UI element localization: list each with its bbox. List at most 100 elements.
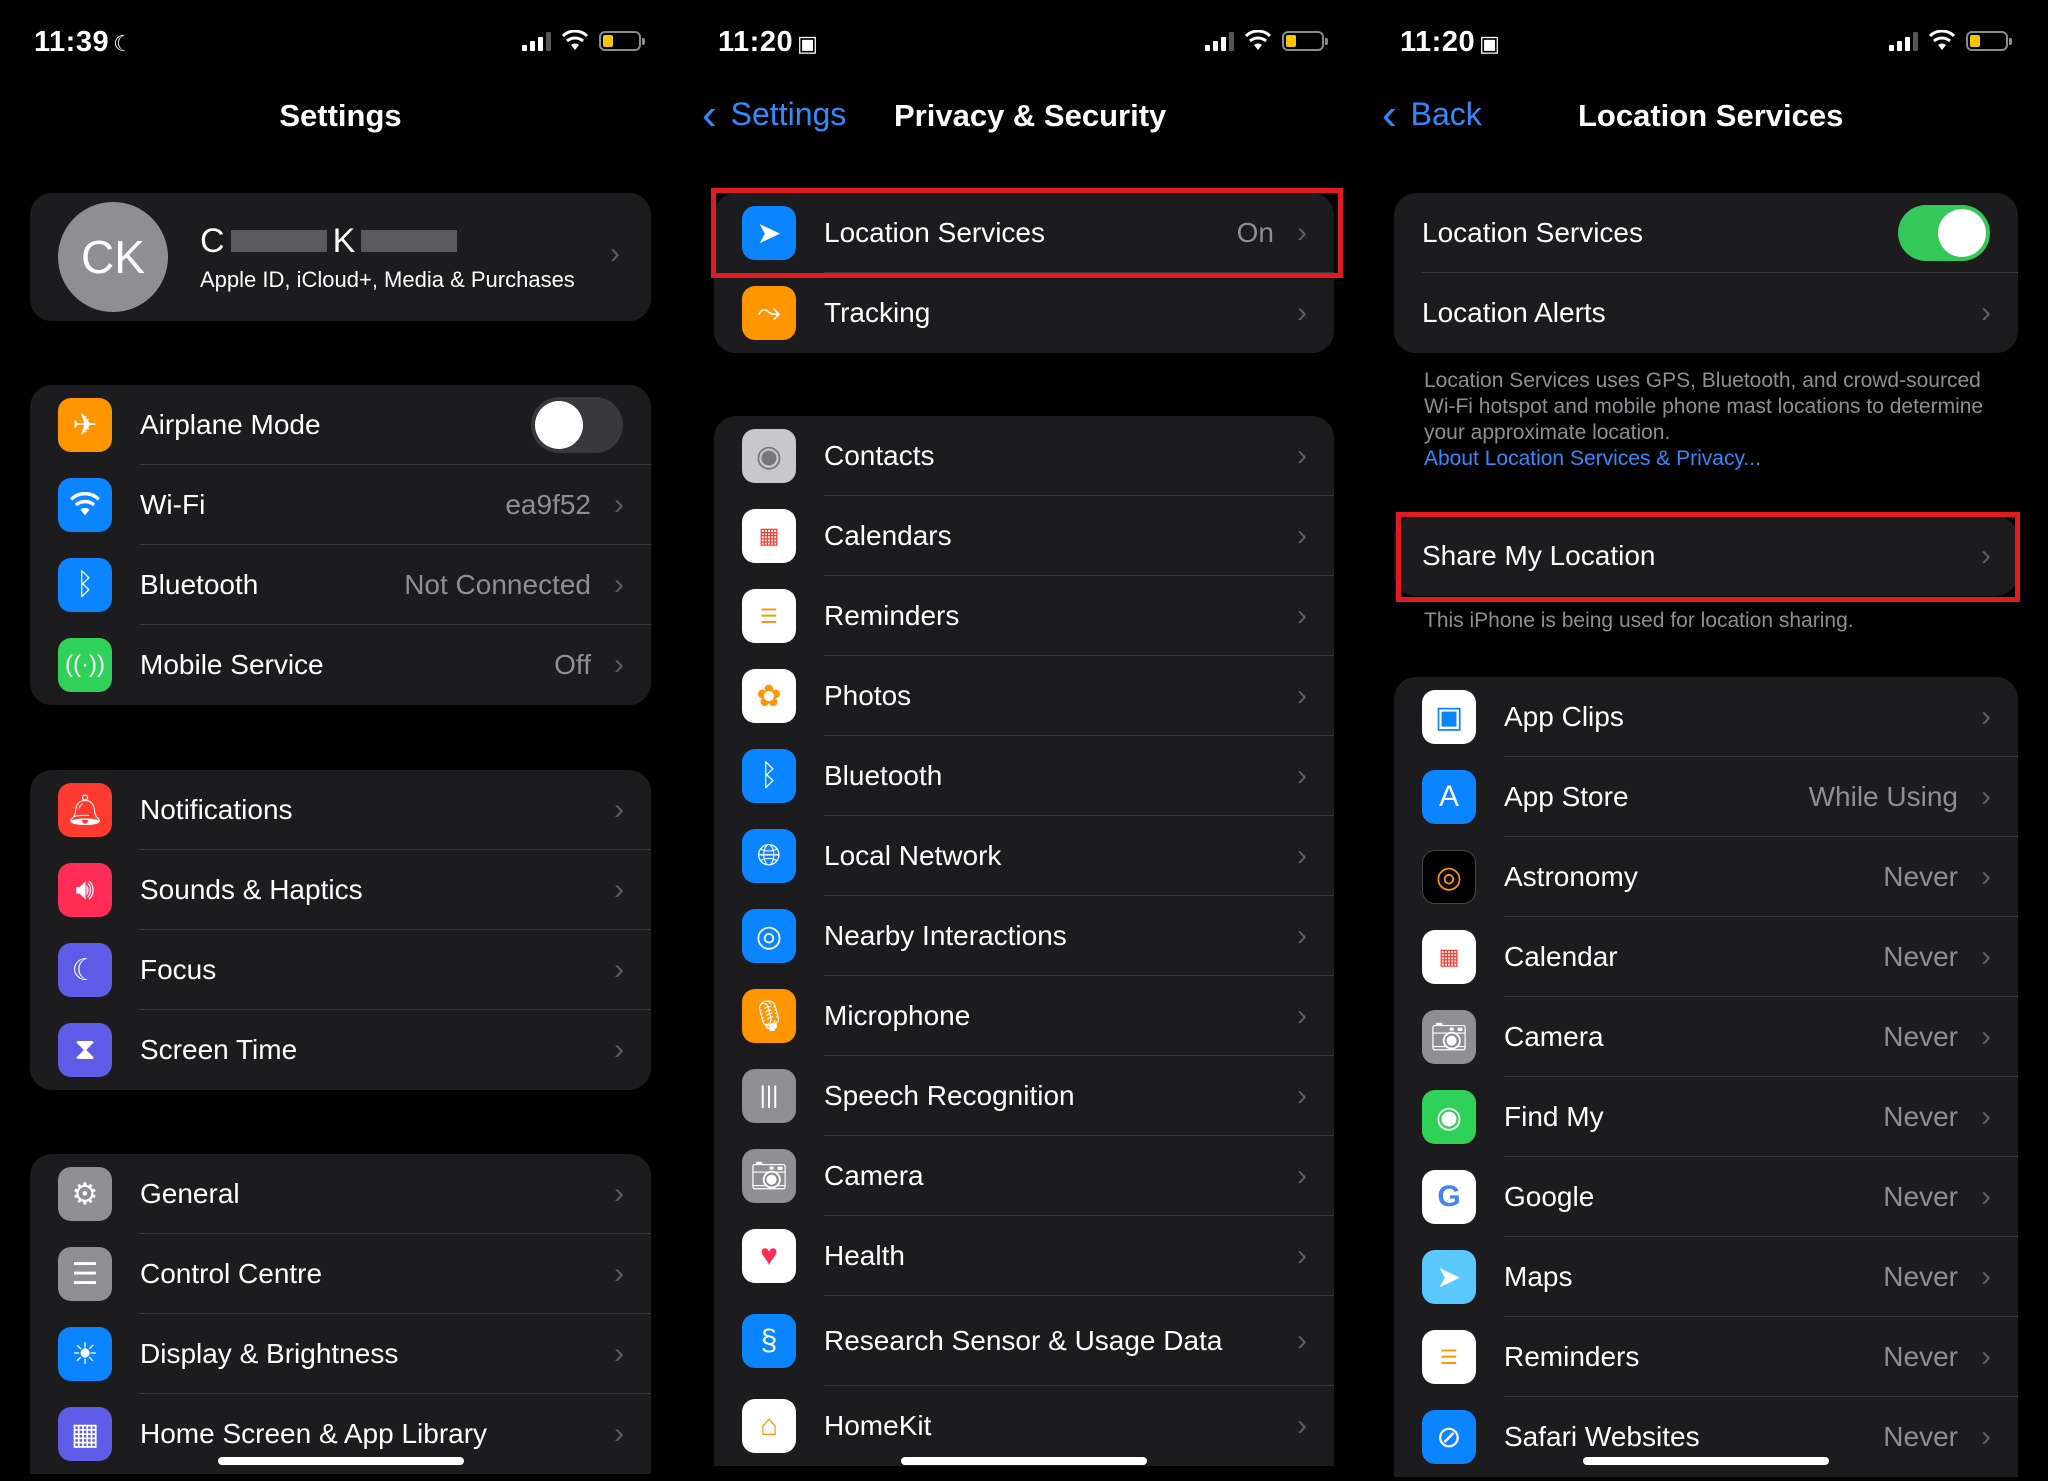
bluetooth-icon: ᛒ (742, 749, 796, 803)
battery-icon (1966, 31, 2012, 51)
apple-id-row[interactable]: CK CK Apple ID, iCloud+, Media & Purchas… (30, 193, 651, 321)
settings-row-bluetooth[interactable]: ᛒ Bluetooth Not Connected › (30, 545, 651, 625)
app-row-app-store[interactable]: A App Store While Using › (1394, 757, 2018, 837)
calendar-icon: ▦ (742, 509, 796, 563)
settings-row-location-alerts[interactable]: Location Alerts › (1394, 273, 2018, 353)
settings-row-local-network[interactable]: 🌐︎ Local Network › (714, 816, 1334, 896)
profile-name: CK (200, 222, 458, 261)
microphone-icon: 🎙︎ (742, 989, 796, 1043)
hourglass-icon: ⧗ (58, 1023, 112, 1077)
chevron-right-icon: › (1981, 1339, 1991, 1373)
chevron-right-icon: › (1981, 779, 1991, 813)
maps-icon: ➤ (1422, 1250, 1476, 1304)
back-button[interactable]: ‹ Back (1382, 89, 1482, 139)
settings-row-reminders[interactable]: ☰ Reminders › (714, 576, 1334, 656)
settings-row-health[interactable]: ♥ Health › (714, 1216, 1334, 1296)
app-row-calendar[interactable]: ▦ Calendar Never › (1394, 917, 2018, 997)
chevron-right-icon: › (1297, 1158, 1307, 1192)
gear-icon: ⚙ (58, 1167, 112, 1221)
nav-bar: ‹ Back Location Services (1364, 92, 2048, 142)
chevron-right-icon: › (614, 1256, 624, 1290)
app-row-astronomy[interactable]: ◎ Astronomy Never › (1394, 837, 2018, 917)
back-button[interactable]: ‹ Settings (702, 92, 846, 136)
chevron-right-icon: › (1297, 918, 1307, 952)
chevron-right-icon: › (1981, 939, 1991, 973)
settings-row-general[interactable]: ⚙ General › (30, 1154, 651, 1234)
app-row-safari[interactable]: ⊘ Safari Websites Never › (1394, 1397, 2018, 1477)
share-footer: This iPhone is being used for location s… (1424, 609, 1854, 632)
chevron-left-icon: ‹ (1382, 89, 1397, 139)
chevron-right-icon: › (1297, 598, 1307, 632)
page-title: Location Services (1578, 98, 1844, 133)
privacy-link[interactable]: About Location Services & Privacy... (1424, 447, 1761, 470)
settings-row-calendars[interactable]: ▦ Calendars › (714, 496, 1334, 576)
cellular-signal-icon (1889, 31, 1918, 51)
settings-row-mobile-service[interactable]: ((·)) Mobile Service Off › (30, 625, 651, 705)
battery-icon (599, 31, 645, 51)
chevron-right-icon: › (614, 1176, 624, 1210)
home-indicator[interactable] (1583, 1457, 1829, 1465)
settings-row-microphone[interactable]: 🎙︎ Microphone › (714, 976, 1334, 1056)
settings-row-wifi[interactable]: Wi-Fi ea9f52 › (30, 465, 651, 545)
chevron-right-icon: › (610, 237, 620, 270)
settings-row-focus[interactable]: ☾ Focus › (30, 930, 651, 1010)
settings-row-notifications[interactable]: 🔔︎ Notifications › (30, 770, 651, 850)
app-row-reminders[interactable]: ☰ Reminders Never › (1394, 1317, 2018, 1397)
settings-row-bluetooth[interactable]: ᛒ Bluetooth › (714, 736, 1334, 816)
settings-row-photos[interactable]: ✿ Photos › (714, 656, 1334, 736)
permissions-group: ◉ Contacts › ▦ Calendars › ☰ Reminders › ✿ … (714, 416, 1334, 1466)
settings-row-airplane-mode[interactable]: ✈ Airplane Mode (30, 385, 651, 465)
app-row-google[interactable]: G Google Never › (1394, 1157, 2018, 1237)
id-card-icon: ▣ (1479, 31, 1501, 56)
settings-row-control-centre[interactable]: ☰ Control Centre › (30, 1234, 651, 1314)
settings-row-contacts[interactable]: ◉ Contacts › (714, 416, 1334, 496)
cellular-signal-icon (522, 31, 551, 51)
location-toggle-group: Location Services Location Alerts › (1394, 193, 2018, 353)
airplane-mode-toggle[interactable] (531, 396, 623, 453)
highlight-box (711, 188, 1343, 278)
home-indicator[interactable] (217, 1457, 464, 1465)
chevron-right-icon: › (1297, 678, 1307, 712)
home-indicator[interactable] (901, 1457, 1147, 1465)
nav-bar: Settings (0, 92, 681, 142)
chevron-right-icon: › (1981, 1019, 1991, 1053)
location-services-toggle[interactable] (1898, 204, 1990, 261)
chevron-right-icon: › (614, 872, 624, 906)
wifi-icon (58, 478, 112, 532)
chevron-right-icon: › (1297, 758, 1307, 792)
settings-row-homekit[interactable]: ⌂ HomeKit › (714, 1386, 1334, 1466)
chevron-right-icon: › (1981, 859, 1991, 893)
page-title: Settings (279, 98, 402, 133)
chevron-right-icon: › (614, 1336, 624, 1370)
chevron-right-icon: › (1297, 1238, 1307, 1272)
camera-icon: 📷︎ (1422, 1010, 1476, 1064)
settings-row-research[interactable]: § Research Sensor & Usage Data › (714, 1296, 1334, 1386)
settings-row-camera[interactable]: 📷︎ Camera › (714, 1136, 1334, 1216)
id-card-icon: ▣ (797, 31, 819, 56)
calendar-icon: ▦ (1422, 930, 1476, 984)
app-row-app-clips[interactable]: ▣ App Clips › (1394, 677, 2018, 757)
chevron-right-icon: › (1297, 296, 1307, 329)
settings-row-display[interactable]: ☀ Display & Brightness › (30, 1314, 651, 1394)
location-services-panel: 11:20 ▣ ‹ Back Location Services Location … (1364, 0, 2048, 1481)
bell-icon: 🔔︎ (58, 783, 112, 837)
status-time: 11:20 (718, 26, 794, 58)
redacted-text (361, 230, 458, 252)
settings-row-sounds[interactable]: 🔊︎ Sounds & Haptics › (30, 850, 651, 930)
chevron-right-icon: › (614, 567, 624, 601)
chevron-right-icon: › (1297, 998, 1307, 1032)
app-row-camera[interactable]: 📷︎ Camera Never › (1394, 997, 2018, 1077)
profile-subtitle: Apple ID, iCloud+, Media & Purchases (200, 266, 575, 292)
settings-row-location-services[interactable]: Location Services (1394, 193, 2018, 273)
status-time: 11:20 (1400, 26, 1476, 58)
app-row-find-my[interactable]: ◉ Find My Never › (1394, 1077, 2018, 1157)
waveform-icon: ||| (742, 1069, 796, 1123)
chevron-right-icon: › (1297, 438, 1307, 472)
settings-row-nearby-interactions[interactable]: ◎ Nearby Interactions › (714, 896, 1334, 976)
settings-row-speech-recognition[interactable]: ||| Speech Recognition › (714, 1056, 1334, 1136)
settings-row-tracking[interactable]: ⤳ Tracking › (714, 273, 1334, 353)
chevron-right-icon: › (1297, 518, 1307, 552)
status-bar: 11:20 ▣ (684, 24, 1364, 60)
settings-row-screen-time[interactable]: ⧗ Screen Time › (30, 1010, 651, 1090)
app-row-maps[interactable]: ➤ Maps Never › (1394, 1237, 2018, 1317)
